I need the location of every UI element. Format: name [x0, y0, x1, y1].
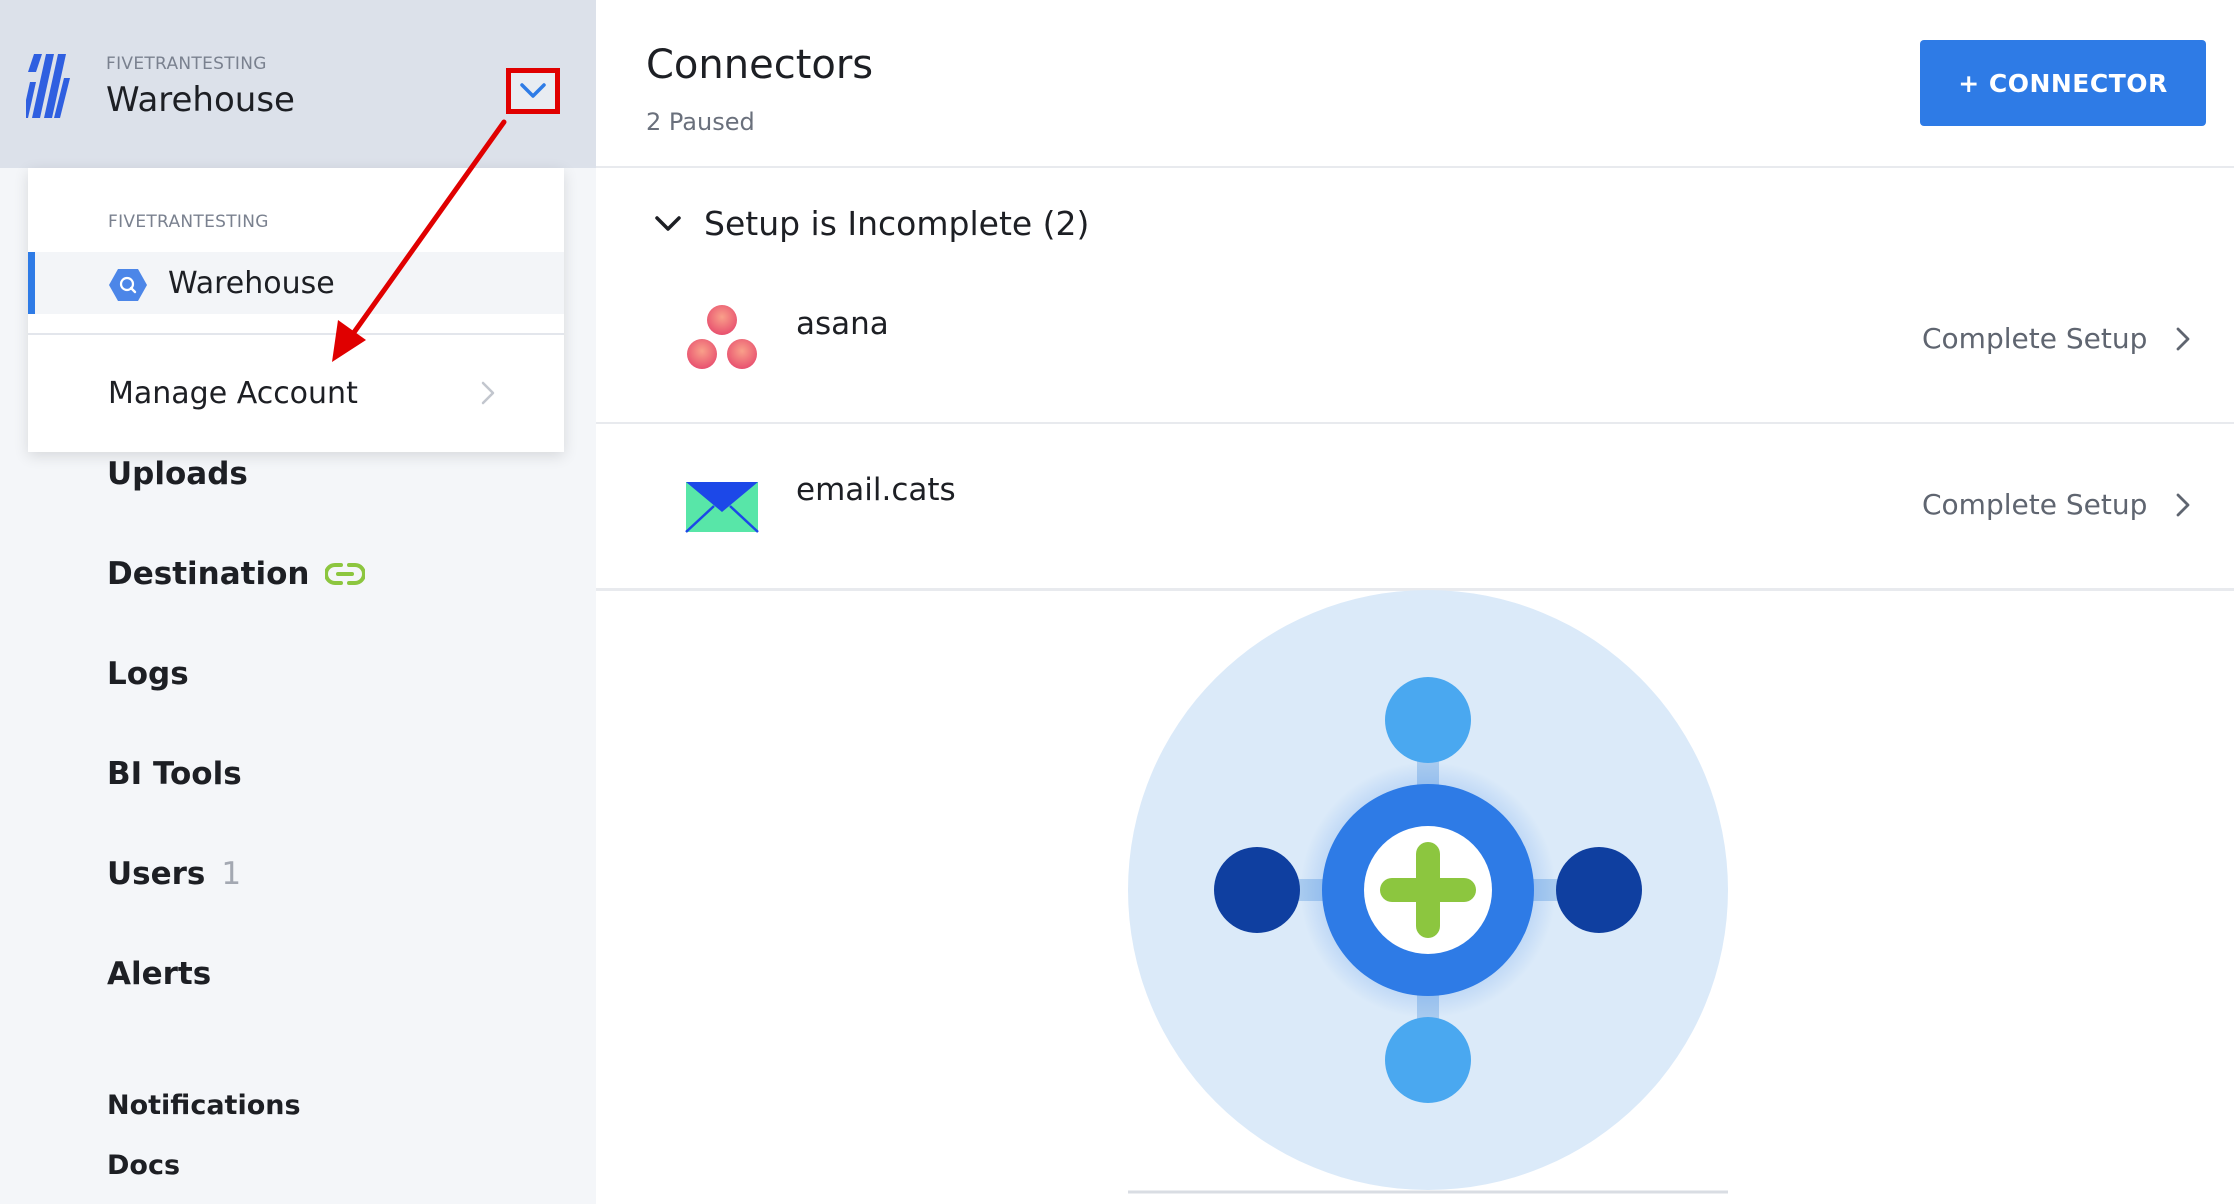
- complete-setup-link[interactable]: Complete Setup: [1922, 488, 2191, 521]
- sidebar-item-alerts[interactable]: Alerts: [107, 956, 211, 992]
- page-title: Connectors: [646, 42, 874, 88]
- section-label: Setup is Incomplete (2): [704, 204, 1090, 243]
- bigquery-hexagon-icon: [109, 269, 147, 301]
- sidebar-item-label: Uploads: [107, 456, 248, 492]
- chevron-down-icon: [655, 215, 681, 231]
- sidebar-item-label: Notifications: [107, 1090, 301, 1121]
- sidebar-item-logs[interactable]: Logs: [107, 656, 189, 692]
- main-panel: Connectors 2 Paused + CONNECTOR Setup is…: [596, 0, 2234, 1204]
- connector-name: email.cats: [796, 472, 956, 508]
- fivetran-logo-icon[interactable]: [26, 54, 70, 118]
- sidebar-item-label: Logs: [107, 656, 189, 692]
- asana-logo-icon: [687, 305, 757, 369]
- link-icon: [325, 563, 366, 585]
- complete-setup-label: Complete Setup: [1922, 488, 2148, 521]
- section-toggle-setup-incomplete[interactable]: Setup is Incomplete (2): [654, 204, 1089, 243]
- sidebar-item-destination[interactable]: Destination: [107, 556, 366, 592]
- sidebar-item-users[interactable]: Users 1: [107, 856, 241, 892]
- sidebar-item-label: Docs: [107, 1150, 181, 1181]
- users-count-badge: 1: [221, 856, 242, 892]
- sidebar-item-bi-tools[interactable]: BI Tools: [107, 756, 242, 792]
- add-connector-illustration-icon: [1128, 590, 1728, 1194]
- sidebar-item-label: BI Tools: [107, 756, 242, 792]
- complete-setup-link[interactable]: Complete Setup: [1922, 322, 2191, 355]
- dropdown-item-label: Warehouse: [168, 266, 335, 301]
- email-envelope-icon: [685, 482, 759, 533]
- org-label: FIVETRANTESTING: [106, 54, 267, 74]
- sidebar-item-label: Destination: [107, 556, 310, 592]
- connector-name: asana: [796, 306, 889, 342]
- sidebar-item-notifications[interactable]: Notifications: [107, 1090, 301, 1121]
- connector-row-email-cats[interactable]: email.cats Complete Setup: [596, 422, 2234, 588]
- manage-account-link[interactable]: Manage Account: [108, 376, 358, 411]
- dropdown-org-label: FIVETRANTESTING: [108, 212, 269, 232]
- connector-row-asana[interactable]: asana Complete Setup: [596, 256, 2234, 422]
- sidebar: FIVETRANTESTING Warehouse Uploads Destin…: [0, 0, 596, 1204]
- destination-title: Warehouse: [106, 80, 295, 120]
- add-connector-button[interactable]: + CONNECTOR: [1920, 40, 2206, 126]
- dropdown-divider: [28, 333, 564, 335]
- chevron-right-icon: [481, 381, 495, 405]
- chevron-right-icon: [2176, 493, 2190, 516]
- sidebar-header: FIVETRANTESTING Warehouse: [0, 0, 596, 168]
- complete-setup-label: Complete Setup: [1922, 322, 2148, 355]
- sidebar-item-docs[interactable]: Docs: [107, 1150, 180, 1181]
- header-divider: [596, 166, 2234, 168]
- sidebar-item-uploads[interactable]: Uploads: [107, 456, 248, 492]
- paused-count: 2 Paused: [646, 108, 755, 136]
- sidebar-item-label: Users: [107, 856, 206, 892]
- chevron-down-icon: [520, 83, 546, 98]
- destination-dropdown: FIVETRANTESTING Warehouse Manage Account: [28, 168, 564, 452]
- chevron-right-icon: [2176, 327, 2190, 350]
- sidebar-item-label: Alerts: [107, 956, 212, 992]
- destination-switcher-toggle[interactable]: [506, 68, 560, 114]
